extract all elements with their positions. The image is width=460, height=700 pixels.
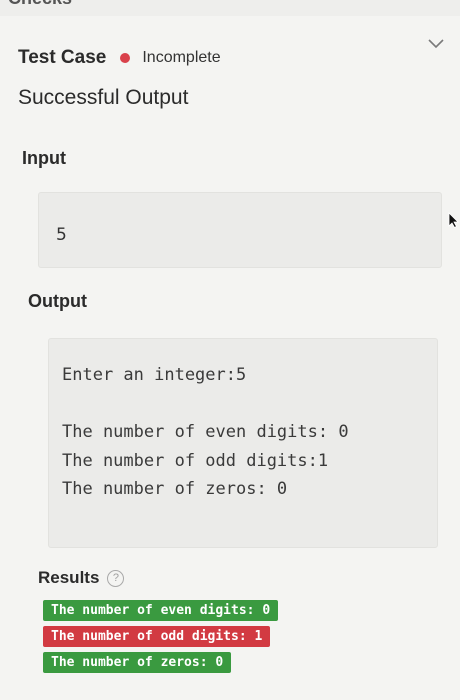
test-case-name: Successful Output: [18, 86, 189, 109]
output-line: Enter an integer:5: [62, 365, 247, 385]
results-header: Results ?: [38, 568, 125, 588]
result-badge-fail: The number of odd digits: 1: [43, 626, 271, 647]
status-badge: Incomplete: [142, 49, 221, 66]
help-icon[interactable]: ?: [107, 569, 125, 587]
input-value: 5: [56, 225, 67, 245]
test-case-title: Test Case: [18, 47, 107, 68]
output-label: Output: [28, 291, 87, 311]
result-badge-pass: The number of even digits: 0: [43, 600, 279, 621]
status-dot-icon: [120, 53, 131, 63]
results-label: Results: [38, 568, 100, 587]
input-label: Input: [22, 148, 66, 168]
mouse-pointer-icon: [448, 212, 459, 228]
result-badge-pass: The number of zeros: 0: [43, 652, 232, 673]
output-line: The number of zeros: 0: [62, 479, 288, 499]
output-line: The number of odd digits:1: [62, 451, 329, 471]
input-box: [38, 192, 442, 268]
output-line: The number of even digits: 0: [62, 422, 349, 442]
checks-header: Checks: [8, 0, 72, 9]
chevron-down-icon[interactable]: [428, 36, 444, 52]
test-case-header[interactable]: Test Case Incomplete: [18, 47, 221, 69]
